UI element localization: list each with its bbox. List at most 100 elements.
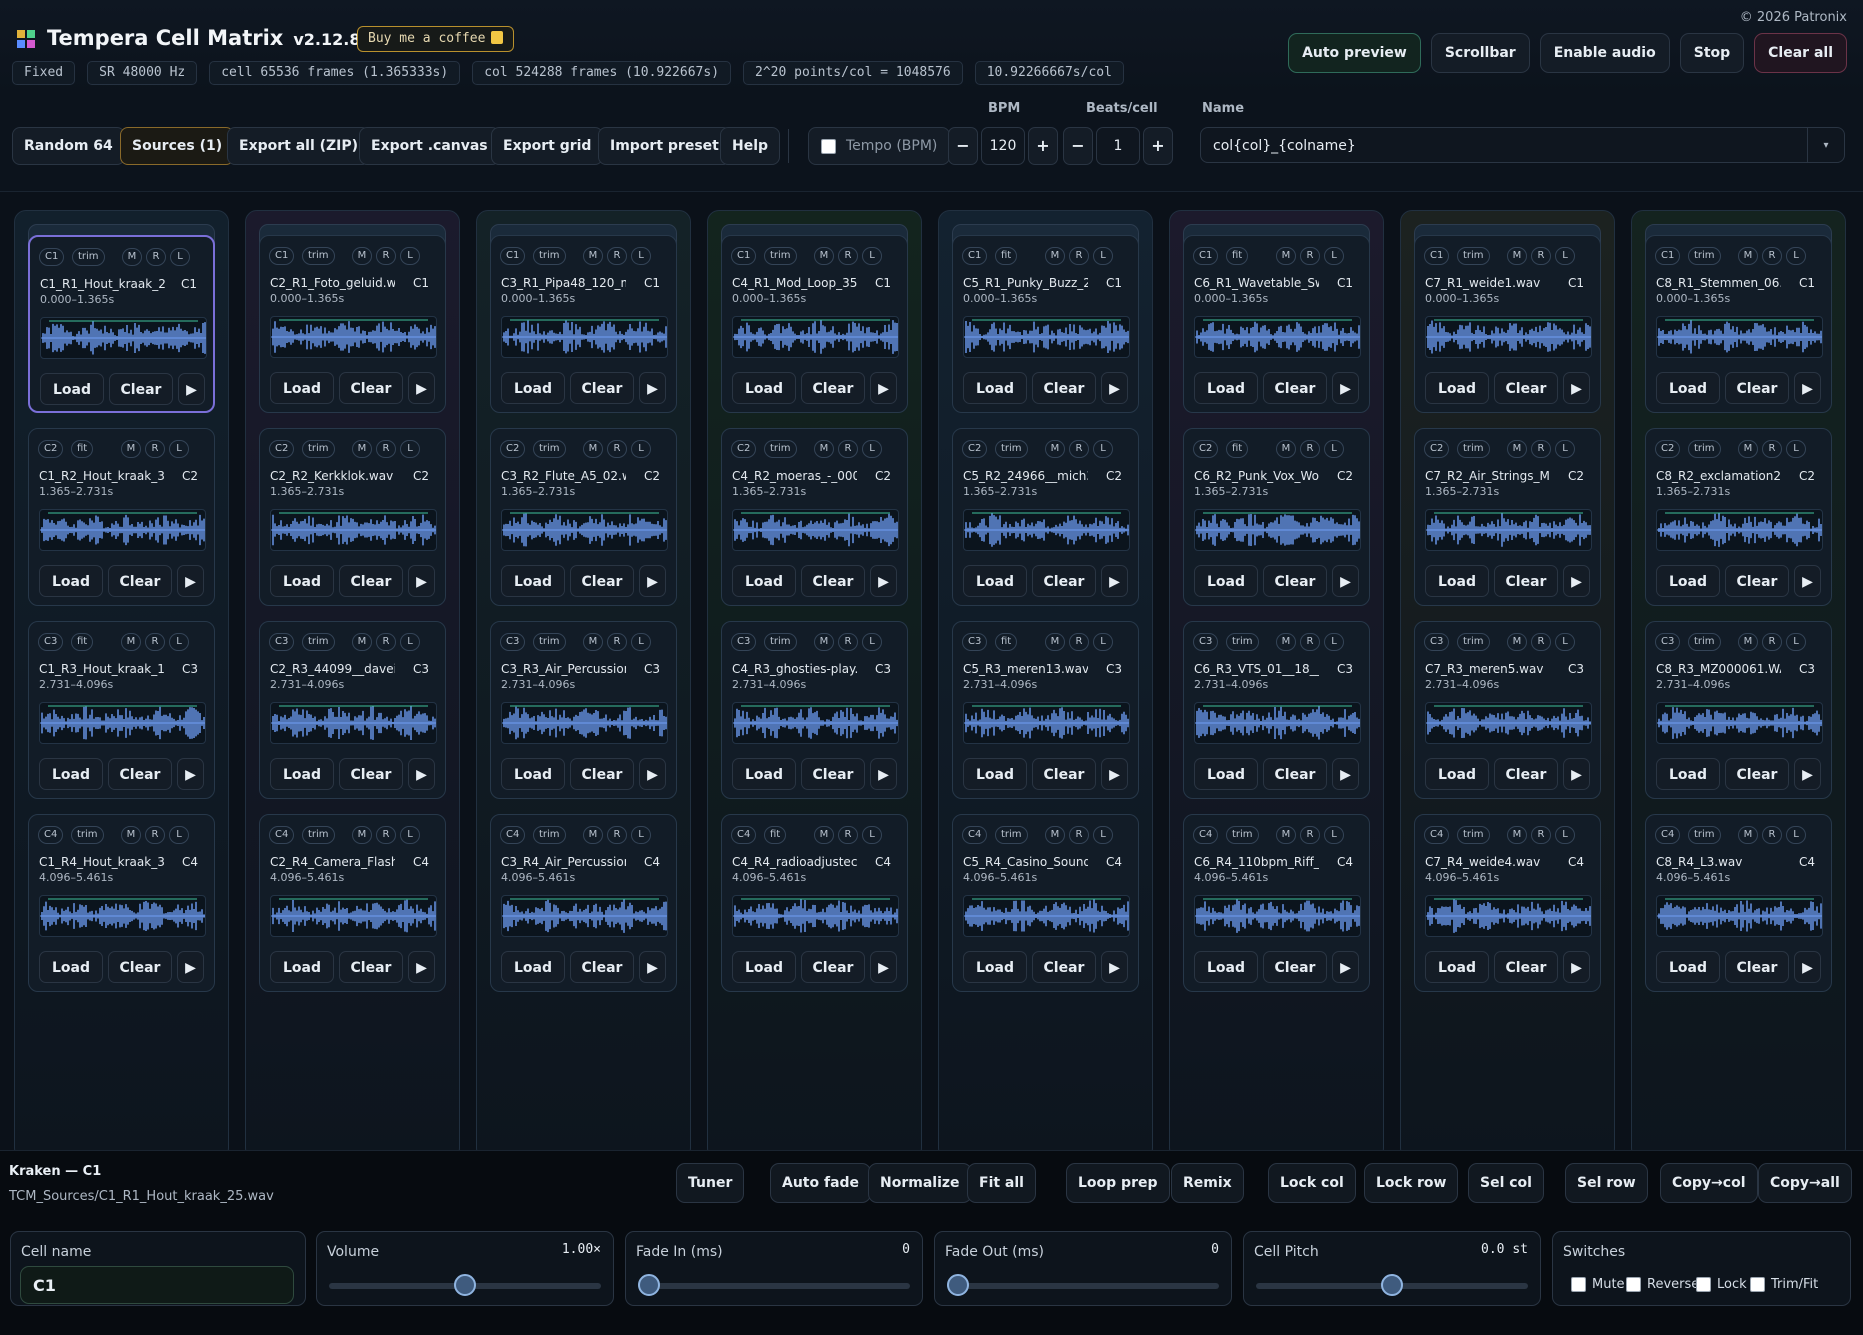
mute-toggle[interactable]: M — [1738, 826, 1758, 844]
cell-waveform[interactable] — [270, 702, 437, 744]
cell[interactable]: C4 trim MRL C5_R4_Casino_Sound... C4 4.096–5.… — [952, 814, 1139, 992]
cell-clear-button[interactable]: Clear — [339, 372, 403, 404]
cell-mode-chip[interactable]: trim — [72, 248, 105, 266]
reverse-toggle[interactable]: R — [1531, 440, 1551, 458]
lock-toggle[interactable]: L — [862, 633, 882, 651]
mute-toggle[interactable]: M — [583, 247, 603, 265]
trim-fit-checkbox[interactable] — [1750, 1277, 1765, 1292]
cell-pitch-slider-thumb[interactable] — [1381, 1274, 1403, 1296]
cell-clear-button[interactable]: Clear — [1725, 758, 1789, 790]
lock-toggle[interactable]: L — [1555, 826, 1575, 844]
cell-mode-chip[interactable]: fit — [995, 633, 1018, 651]
reverse-toggle[interactable]: R — [607, 826, 627, 844]
lock-toggle[interactable]: L — [1324, 826, 1344, 844]
cell-clear-button[interactable]: Clear — [801, 565, 865, 597]
reverse-toggle[interactable]: R — [838, 826, 858, 844]
fit-all-button[interactable]: Fit all — [967, 1163, 1036, 1203]
lock-toggle[interactable]: L — [400, 247, 420, 265]
cell[interactable]: C4 trim M R L C6_R4_110bpm_Riff_... C4 4.096–5.… — [1183, 814, 1370, 992]
cell-play-button[interactable]: ▶ — [408, 758, 435, 790]
cell-load-button[interactable]: Load — [501, 758, 565, 790]
lock-toggle[interactable]: L — [169, 633, 189, 651]
lock-toggle[interactable]: L — [1324, 440, 1344, 458]
cell-load-button[interactable]: Load — [1425, 758, 1489, 790]
cell-mode-chip[interactable]: trim — [1457, 440, 1490, 458]
volume-slider-thumb[interactable] — [454, 1274, 476, 1296]
cell-play-button[interactable]: ▶ — [177, 565, 204, 597]
cell-tag-chip[interactable]: C2 — [1655, 440, 1681, 458]
cell[interactable]: C4 trim M R L C7_R4_weide4.wav C4 4.096–5.461s L… — [1414, 814, 1601, 992]
cell-clear-button[interactable]: Clear — [1263, 372, 1327, 404]
reverse-toggle[interactable]: R — [145, 440, 165, 458]
cell-mode-chip[interactable]: trim — [764, 440, 797, 458]
cell-tag-chip[interactable]: C1 — [962, 247, 988, 265]
cell-mode-chip[interactable]: fit — [71, 440, 94, 458]
cell-tag-chip[interactable]: C1 — [731, 247, 757, 265]
cell-tag-chip[interactable]: C4 — [1193, 826, 1219, 844]
cell-load-button[interactable]: Load — [39, 565, 103, 597]
cell-clear-button[interactable]: Clear — [1263, 758, 1327, 790]
cell-waveform[interactable] — [1194, 316, 1361, 358]
cell-tag-chip[interactable]: C3 — [1193, 633, 1219, 651]
cell[interactable]: C3 fit M R L C5_R3_meren13.wav C3 2.731–4.096s L… — [952, 621, 1139, 799]
reverse-toggle[interactable]: R — [1531, 247, 1551, 265]
cell-load-button[interactable]: Load — [270, 372, 334, 404]
chevron-down-icon[interactable]: ▾ — [1807, 128, 1844, 162]
cell-clear-button[interactable]: Clear — [108, 951, 172, 983]
cell-tag-chip[interactable]: C4 — [269, 826, 295, 844]
fade-in-slider-thumb[interactable] — [638, 1274, 660, 1296]
reverse-toggle[interactable]: R — [1300, 826, 1320, 844]
fade-out-slider[interactable] — [947, 1283, 1219, 1289]
lock-toggle[interactable]: L — [862, 826, 882, 844]
cell-play-button[interactable]: ▶ — [178, 373, 205, 405]
cell-mode-chip[interactable]: trim — [533, 633, 566, 651]
cell[interactable]: C2 trim M R L C7_R2_Air_Strings_M... C2 1.365–2… — [1414, 428, 1601, 606]
lock-toggle[interactable]: L — [1555, 633, 1575, 651]
normalize-button[interactable]: Normalize — [868, 1163, 972, 1203]
cell-mode-chip[interactable]: trim — [71, 826, 104, 844]
mute-toggle[interactable]: M — [1045, 633, 1065, 651]
cell-clear-button[interactable]: Clear — [339, 758, 403, 790]
reverse-toggle[interactable]: R — [376, 826, 396, 844]
cell-clear-button[interactable]: Clear — [1263, 565, 1327, 597]
cell-waveform[interactable] — [1656, 702, 1823, 744]
reverse-toggle[interactable]: R — [1762, 633, 1782, 651]
lock-toggle[interactable]: L — [400, 826, 420, 844]
cell-load-button[interactable]: Load — [501, 951, 565, 983]
cell-clear-button[interactable]: Clear — [1494, 758, 1558, 790]
mute-toggle[interactable]: M — [1045, 247, 1065, 265]
tempo-toggle[interactable]: Tempo (BPM) — [808, 127, 951, 165]
cell-tag-chip[interactable]: C2 — [269, 440, 295, 458]
cell-waveform[interactable] — [963, 509, 1130, 551]
cell-tag-chip[interactable]: C2 — [1193, 440, 1219, 458]
lock-toggle[interactable]: L — [1555, 440, 1575, 458]
reverse-toggle[interactable]: R — [607, 247, 627, 265]
cell-play-button[interactable]: ▶ — [1332, 951, 1359, 983]
cell-clear-button[interactable]: Clear — [339, 951, 403, 983]
cell-mode-chip[interactable]: trim — [1688, 247, 1721, 265]
cell[interactable]: C2 trim MRL C8_R2_exclamation2.... C2 1.365–2… — [1645, 428, 1832, 606]
reverse-toggle[interactable]: R — [838, 633, 858, 651]
cell-load-button[interactable]: Load — [270, 565, 334, 597]
reverse-toggle[interactable]: R — [838, 440, 858, 458]
cell-load-button[interactable]: Load — [1194, 951, 1258, 983]
auto-fade-button[interactable]: Auto fade — [770, 1163, 872, 1203]
fade-out-slider-thumb[interactable] — [947, 1274, 969, 1296]
clear-all-button[interactable]: Clear all — [1754, 33, 1847, 73]
cell-load-button[interactable]: Load — [963, 565, 1027, 597]
mute-toggle[interactable]: M — [1738, 247, 1758, 265]
cell-tag-chip[interactable]: C3 — [269, 633, 295, 651]
cell-load-button[interactable]: Load — [1194, 758, 1258, 790]
mute-toggle[interactable]: M — [1276, 440, 1296, 458]
lock-checkbox[interactable] — [1696, 1277, 1711, 1292]
cell-load-button[interactable]: Load — [501, 372, 565, 404]
mute-toggle[interactable]: M — [1507, 440, 1527, 458]
buy-coffee-button[interactable]: Buy me a coffee — [357, 26, 515, 52]
cell[interactable]: C3 trim M R L C4_R3_ghosties-play... C3 2.731–4… — [721, 621, 908, 799]
cell-tag-chip[interactable]: C3 — [962, 633, 988, 651]
cell-clear-button[interactable]: Clear — [109, 373, 173, 405]
tempo-checkbox[interactable] — [821, 138, 836, 154]
trim-fit-switch[interactable]: Trim/Fit — [1750, 1277, 1818, 1292]
mute-toggle[interactable]: M — [121, 826, 141, 844]
cell-play-button[interactable]: ▶ — [870, 951, 897, 983]
